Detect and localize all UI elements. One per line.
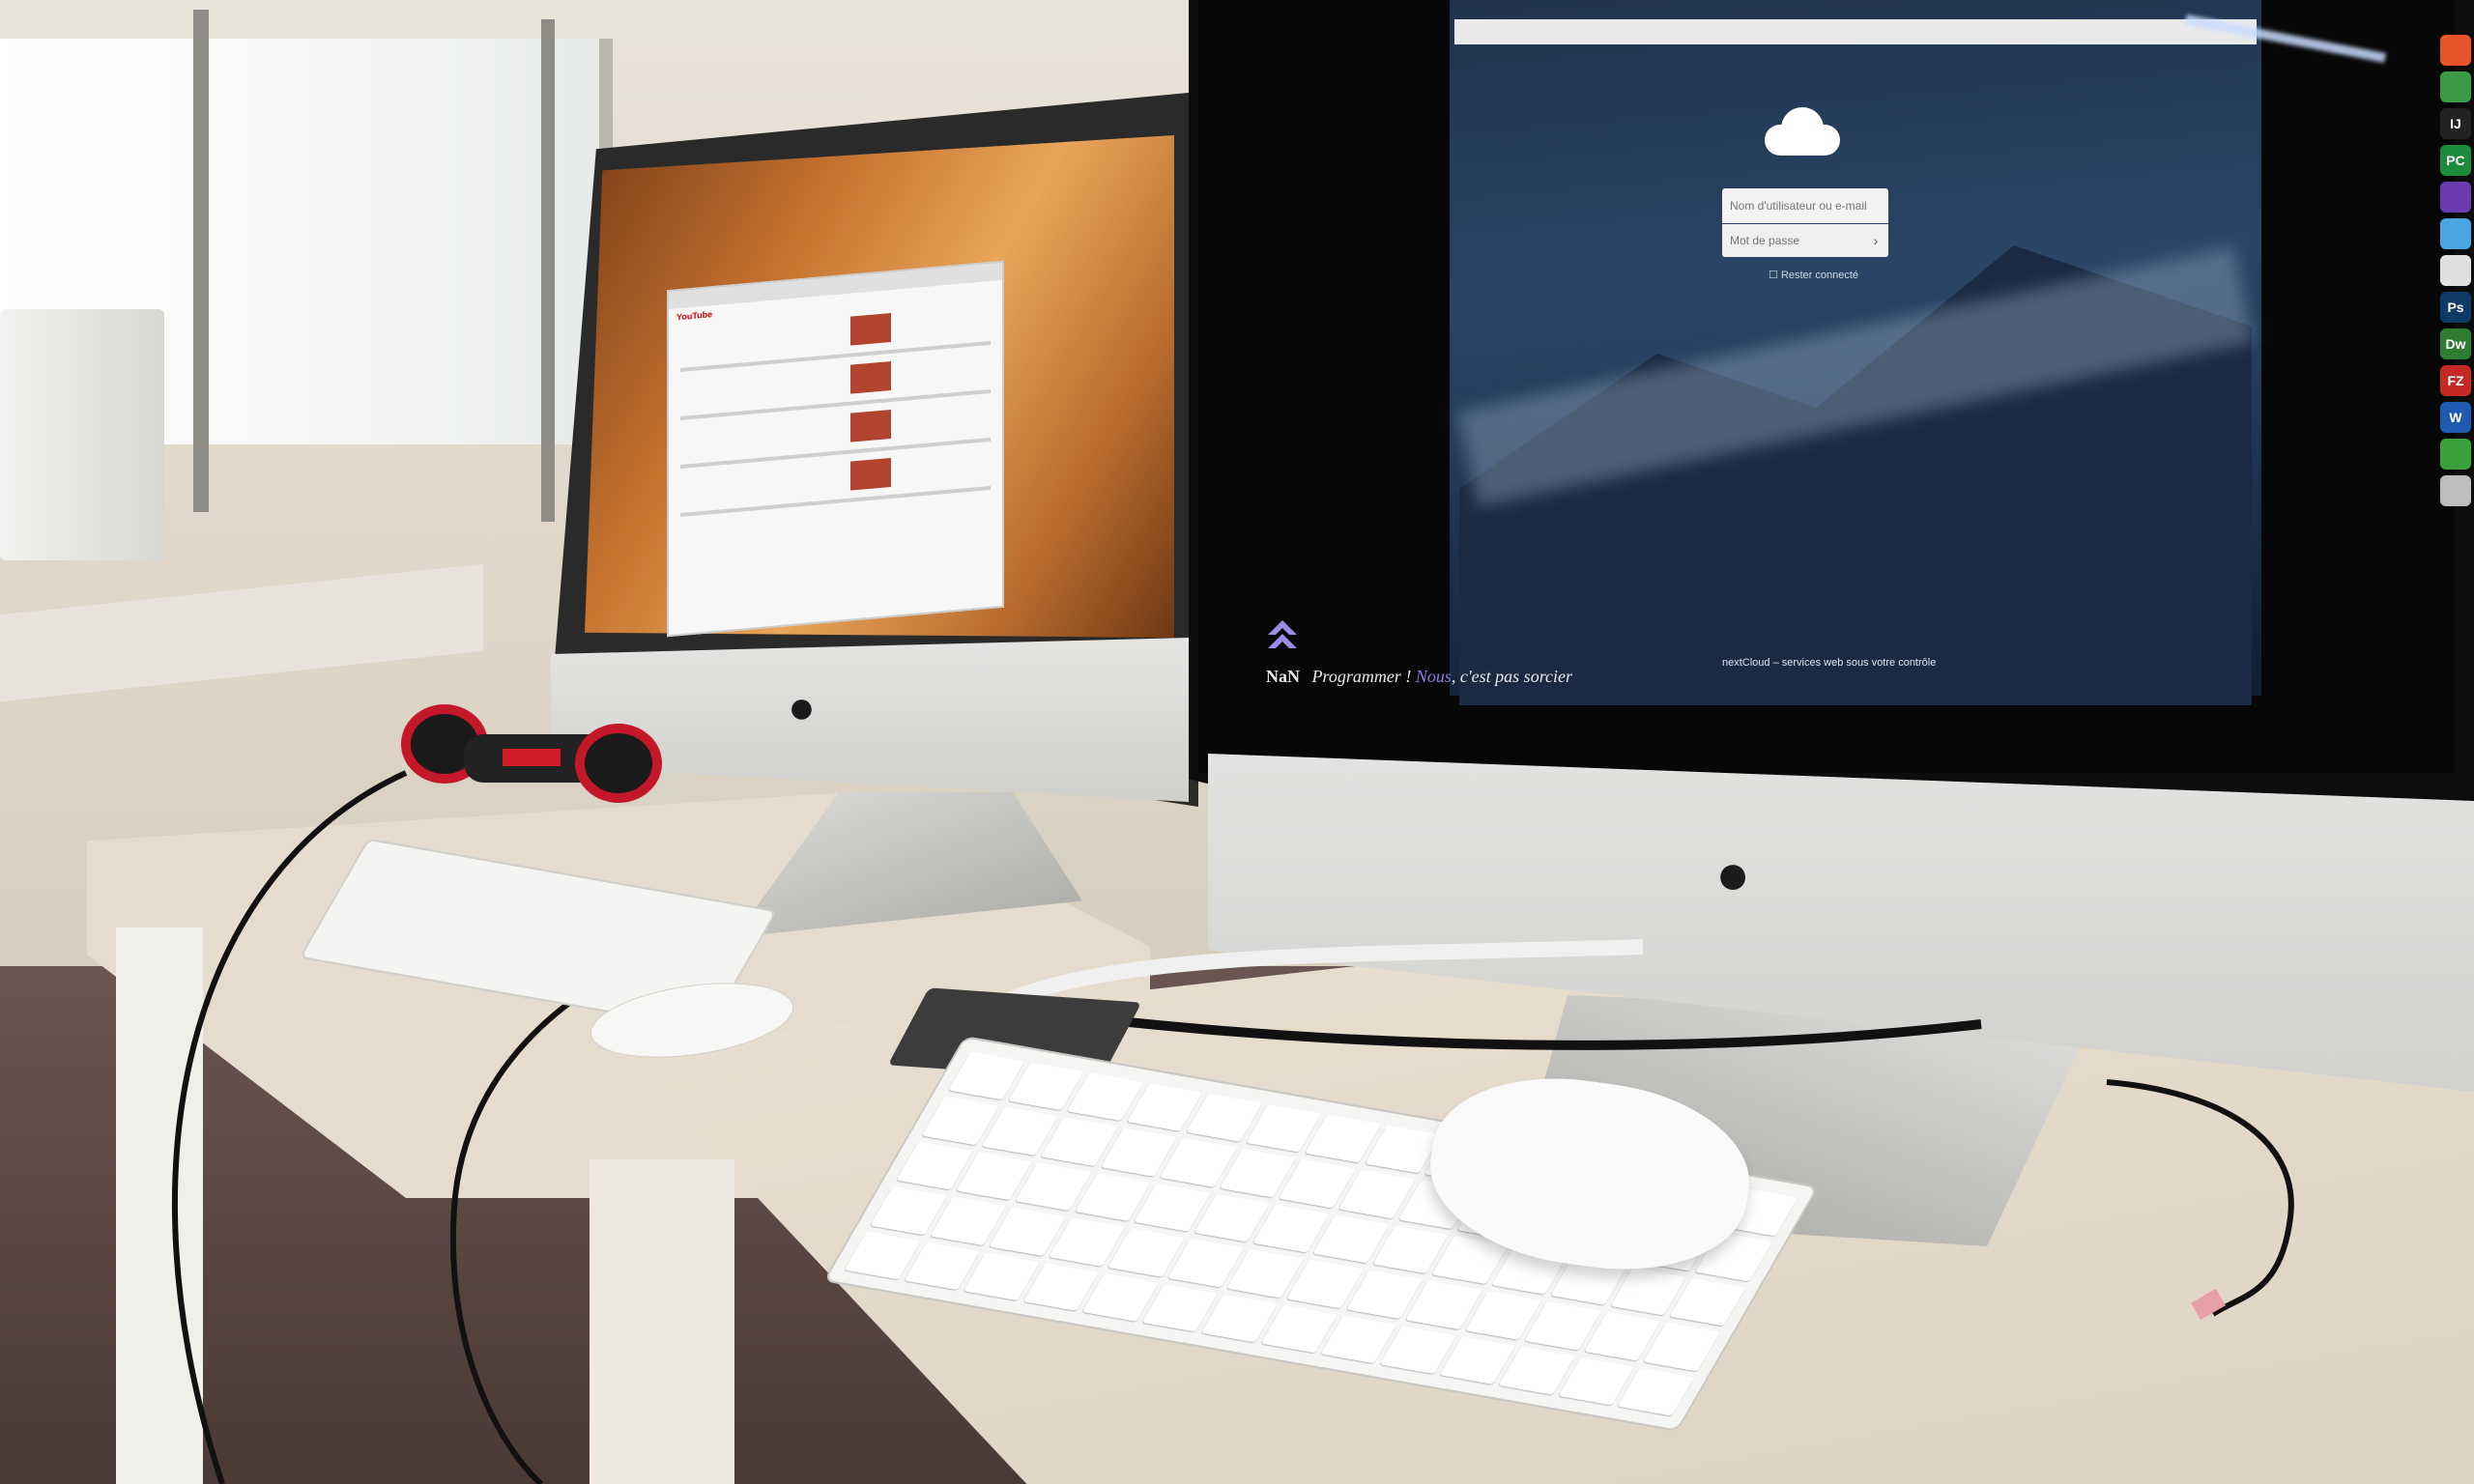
gaming-headset: [401, 704, 662, 803]
office-scene: YouTube ● › ☐ Rester connecté nextCloud …: [0, 0, 2474, 1484]
